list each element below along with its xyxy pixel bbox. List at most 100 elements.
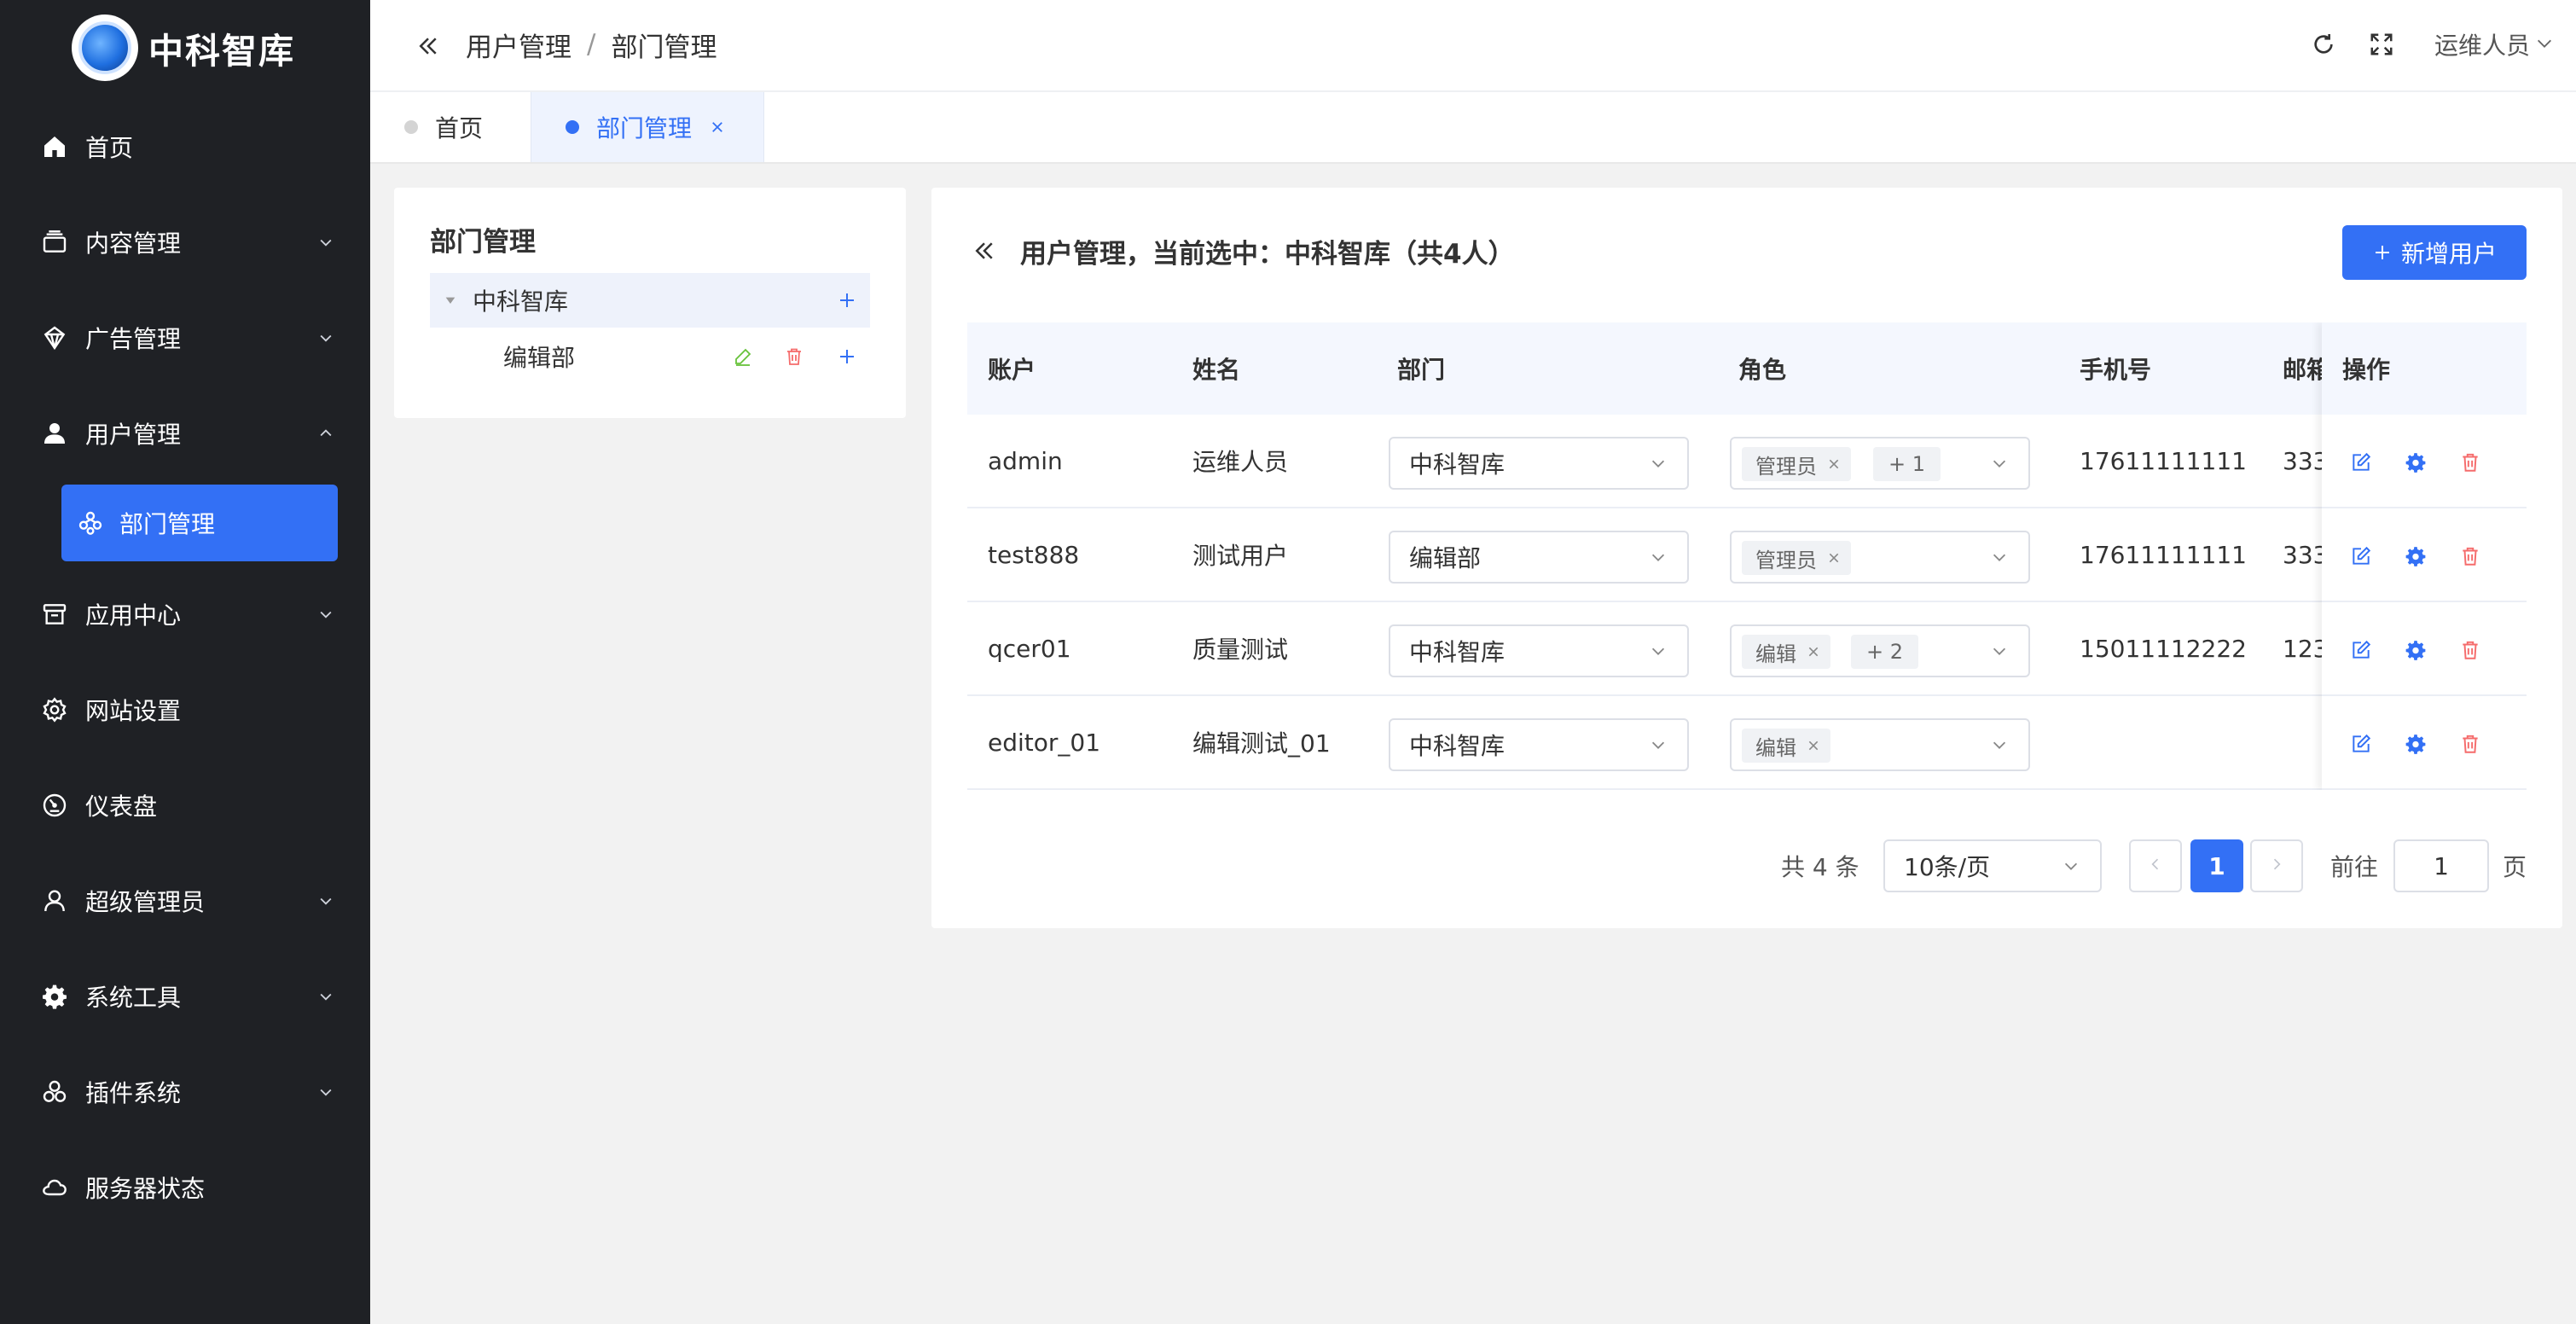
add-user-label: 新增用户: [2400, 240, 2497, 268]
edit-icon[interactable]: [2349, 544, 2373, 568]
sidebar-item-plugins[interactable]: 插件系统: [0, 1058, 370, 1126]
chevron-down-icon: [2530, 31, 2554, 59]
department-select[interactable]: 中科智库: [1389, 624, 1689, 677]
settings-icon: [40, 695, 69, 724]
fullscreen-icon[interactable]: [2364, 27, 2399, 61]
column-header-name: 姓名: [1192, 356, 1241, 384]
edit-icon[interactable]: [2349, 732, 2373, 756]
chevron-left-icon: [2147, 856, 2164, 876]
close-icon[interactable]: [1807, 645, 1820, 659]
sidebar-item-label: 超级管理员: [85, 888, 206, 916]
close-icon[interactable]: [1827, 551, 1841, 565]
tab-home[interactable]: 首页: [370, 92, 531, 162]
cell-name: 运维人员: [1192, 448, 1289, 476]
table-row: admin 运维人员 中科智库 管理员 + 1 17611111111 333: [967, 415, 2527, 508]
delete-icon[interactable]: [2458, 732, 2482, 756]
close-icon[interactable]: [1807, 739, 1820, 752]
sidebar-item-label: 插件系统: [85, 1079, 182, 1107]
operations-cell: [2322, 415, 2527, 508]
department-select-value: 中科智库: [1409, 450, 1506, 479]
tree-node-child[interactable]: 编辑部: [430, 329, 870, 384]
sidebar-item-label: 广告管理: [85, 325, 182, 353]
delete-icon[interactable]: [2458, 638, 2482, 662]
sidebar-item-server-status[interactable]: 服务器状态: [0, 1153, 370, 1222]
tree-node-root[interactable]: 中科智库: [430, 273, 870, 328]
sidebar-item-super-admin[interactable]: 超级管理员: [0, 867, 370, 935]
panel-title: 用户管理，当前选中：中科智库（共4人）: [1020, 239, 1515, 270]
table-row: test888 测试用户 编辑部 管理员 17611111111 333: [967, 508, 2527, 602]
prev-page-button[interactable]: [2129, 839, 2182, 892]
close-icon[interactable]: [709, 119, 726, 136]
caret-down-icon[interactable]: [442, 292, 459, 309]
sidebar-item-label: 首页: [85, 134, 134, 162]
gear-icon[interactable]: [2404, 544, 2428, 568]
cell-account: admin: [988, 446, 1063, 475]
goto-page-input[interactable]: [2393, 839, 2489, 892]
edit-icon[interactable]: [2349, 638, 2373, 662]
column-header-department: 部门: [1397, 356, 1446, 384]
role-more-tag: + 1: [1873, 447, 1941, 481]
sidebar-item-site-settings[interactable]: 网站设置: [0, 676, 370, 744]
logo[interactable]: 中科智库: [72, 14, 295, 82]
cell-account: editor_01: [988, 728, 1101, 757]
next-page-button[interactable]: [2250, 839, 2303, 892]
add-user-button[interactable]: 新增用户: [2342, 225, 2527, 280]
role-select[interactable]: 编辑 + 2: [1730, 624, 2030, 677]
breadcrumb-item[interactable]: 用户管理: [466, 26, 571, 64]
chevron-down-icon: [1989, 547, 2010, 567]
tab-label: 部门管理: [596, 114, 693, 142]
edit-icon[interactable]: [2349, 450, 2373, 474]
tab-department[interactable]: 部门管理: [531, 92, 764, 162]
sidebar-item-label: 网站设置: [85, 697, 182, 725]
cloud-icon: [40, 1173, 69, 1202]
cell-phone: 17611111111: [2080, 540, 2247, 569]
gear-icon[interactable]: [2404, 638, 2428, 662]
collapse-sidebar-icon[interactable]: [413, 31, 444, 61]
tab-status-dot: [566, 120, 579, 134]
collapse-tree-icon[interactable]: [969, 235, 1000, 266]
page-size-select[interactable]: 10条/页: [1883, 839, 2102, 892]
sidebar-item-ads[interactable]: 广告管理: [0, 304, 370, 372]
user-dropdown[interactable]: 运维人员: [2434, 26, 2554, 63]
role-tag: 管理员: [1742, 447, 1851, 481]
sidebar-item-app-center[interactable]: 应用中心: [0, 580, 370, 648]
chevron-down-icon: [1989, 453, 2010, 473]
delete-icon[interactable]: [2458, 450, 2482, 474]
sidebar-item-label: 系统工具: [85, 984, 182, 1012]
sidebar-item-users[interactable]: 用户管理: [0, 399, 370, 467]
gear-icon[interactable]: [2404, 732, 2428, 756]
tab-label: 首页: [435, 114, 484, 142]
add-icon[interactable]: [834, 344, 860, 369]
role-select[interactable]: 管理员 + 1: [1730, 437, 2030, 490]
delete-icon[interactable]: [781, 344, 807, 369]
department-icon: [75, 508, 106, 538]
edit-icon[interactable]: [730, 344, 756, 369]
user-icon: [40, 419, 69, 448]
cell-phone: 17611111111: [2080, 446, 2247, 475]
table-row: qcer01 质量测试 中科智库 编辑 + 2 15011112222 123: [967, 602, 2527, 696]
delete-icon[interactable]: [2458, 544, 2482, 568]
sidebar-item-content[interactable]: 内容管理: [0, 208, 370, 276]
breadcrumb-separator: /: [587, 29, 596, 60]
sidebar-item-home[interactable]: 首页: [0, 113, 370, 181]
plugin-icon: [40, 1077, 69, 1106]
role-select[interactable]: 管理员: [1730, 531, 2030, 584]
cell-account: test888: [988, 540, 1080, 569]
app-center-icon: [40, 600, 69, 629]
sidebar-item-dashboard[interactable]: 仪表盘: [0, 771, 370, 839]
department-select[interactable]: 中科智库: [1389, 718, 1689, 771]
table-header: 账户 姓名 部门 角色 手机号 邮箱: [967, 322, 2527, 415]
add-icon[interactable]: [834, 287, 860, 313]
sidebar-item-system-tools[interactable]: 系统工具: [0, 962, 370, 1031]
role-select[interactable]: 编辑: [1730, 718, 2030, 771]
department-select[interactable]: 编辑部: [1389, 531, 1689, 584]
operations-column: 操作: [2322, 322, 2527, 790]
role-tag: 编辑: [1742, 729, 1830, 763]
sidebar-subitem-department[interactable]: 部门管理: [61, 485, 338, 561]
close-icon[interactable]: [1827, 457, 1841, 471]
department-select[interactable]: 中科智库: [1389, 437, 1689, 490]
page-number-current[interactable]: 1: [2190, 839, 2243, 892]
gear-icon[interactable]: [2404, 450, 2428, 474]
refresh-icon[interactable]: [2306, 27, 2341, 61]
role-tag: 管理员: [1742, 541, 1851, 575]
